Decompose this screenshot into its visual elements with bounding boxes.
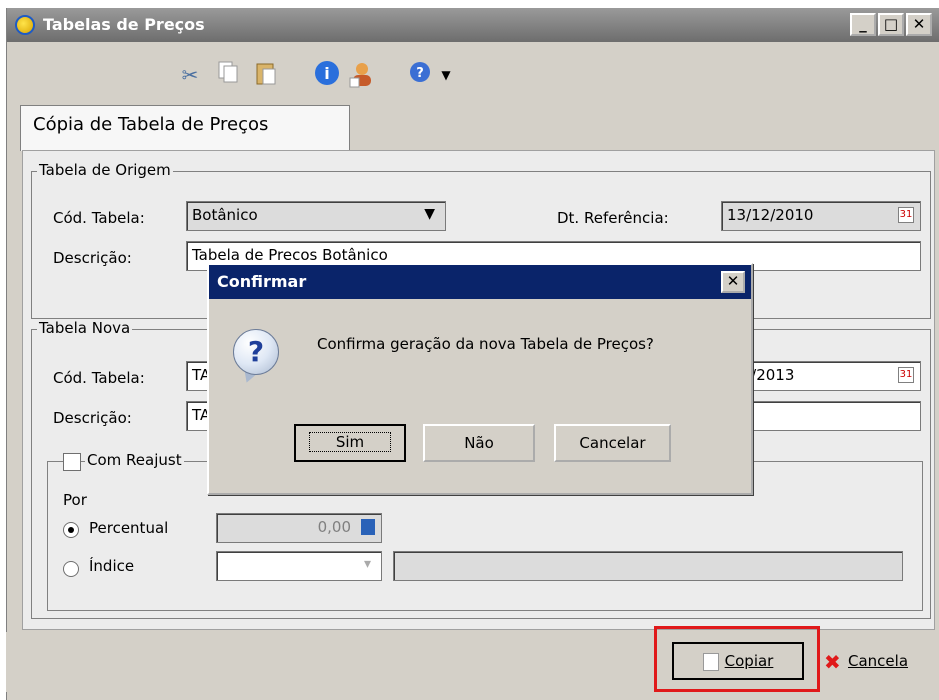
title-bar[interactable]: Tabelas de Preços _ □ ✕ bbox=[7, 8, 939, 42]
com-reajuste-checkbox[interactable] bbox=[63, 453, 81, 471]
dialog-close-button[interactable]: ✕ bbox=[721, 271, 745, 293]
tab-copia-tabela[interactable]: Cópia de Tabela de Preços bbox=[20, 105, 350, 151]
footer-bar: Copiar ✖ Cancela bbox=[6, 626, 939, 692]
chevron-down-icon[interactable]: ▼ bbox=[424, 206, 435, 222]
descricao-nova-label: Descrição: bbox=[53, 409, 132, 427]
percentual-value: 0,00 bbox=[317, 518, 351, 536]
percentual-label: Percentual bbox=[89, 519, 169, 537]
group-title-nova: Tabela Nova bbox=[37, 319, 133, 337]
dt-referencia-origem-value: 13/12/2010 bbox=[727, 206, 814, 224]
cancelar-button[interactable]: Cancelar bbox=[554, 424, 671, 462]
cod-tabela-origem-select[interactable]: Botânico ▼ bbox=[186, 201, 446, 231]
question-icon: ? bbox=[233, 329, 279, 375]
por-label: Por bbox=[63, 491, 87, 509]
indice-radio[interactable] bbox=[63, 561, 79, 577]
dialog-title-bar[interactable]: Confirmar bbox=[209, 265, 751, 299]
cod-tabela-origem-value: Botânico bbox=[192, 206, 258, 224]
svg-text:i: i bbox=[324, 64, 329, 83]
toolbar: ✂ i ? ▼ bbox=[7, 42, 939, 108]
maximize-button[interactable]: □ bbox=[878, 13, 904, 36]
com-reajuste-label: Com Reajust bbox=[85, 451, 184, 469]
copy-icon bbox=[702, 652, 719, 671]
copiar-button[interactable]: Copiar bbox=[672, 642, 804, 680]
percentual-radio[interactable] bbox=[63, 522, 79, 538]
indice-select[interactable]: ▾ bbox=[216, 551, 382, 581]
chevron-down-icon[interactable]: ▾ bbox=[364, 556, 371, 572]
scissors-icon[interactable]: ✂ bbox=[175, 60, 205, 90]
group-title-origem: Tabela de Origem bbox=[37, 161, 173, 179]
cancela-button[interactable]: Cancela bbox=[848, 652, 908, 670]
calendar-icon[interactable]: 31 bbox=[898, 207, 914, 223]
user-icon[interactable] bbox=[347, 60, 377, 90]
nao-button[interactable]: Não bbox=[423, 424, 535, 462]
dropdown-arrow-icon[interactable]: ▼ bbox=[431, 60, 461, 90]
indice-label: Índice bbox=[89, 557, 135, 575]
app-icon bbox=[15, 15, 35, 35]
dialog-title: Confirmar bbox=[217, 272, 307, 291]
dialog-message: Confirma geração da nova Tabela de Preço… bbox=[317, 335, 654, 353]
dt-referencia-origem-field[interactable]: 13/12/2010 31 bbox=[721, 201, 921, 231]
descricao-label: Descrição: bbox=[53, 249, 132, 267]
indice-description-field bbox=[393, 551, 903, 581]
svg-text:?: ? bbox=[416, 66, 424, 81]
cod-tabela-nova-label: Cód. Tabela: bbox=[53, 369, 145, 387]
calculator-icon[interactable] bbox=[361, 519, 375, 535]
sim-button[interactable]: Sim bbox=[294, 424, 406, 462]
copy-icon[interactable] bbox=[213, 60, 243, 90]
info-icon[interactable]: i bbox=[312, 60, 342, 90]
cod-tabela-label: Cód. Tabela: bbox=[53, 209, 145, 227]
paste-icon[interactable] bbox=[251, 60, 281, 90]
copiar-label: Copiar bbox=[724, 652, 774, 670]
calendar-icon[interactable]: 31 bbox=[898, 367, 914, 383]
cancel-x-icon: ✖ bbox=[824, 650, 841, 674]
close-button[interactable]: ✕ bbox=[906, 13, 932, 36]
confirm-dialog: Confirmar ✕ ? Confirma geração da nova T… bbox=[207, 263, 753, 495]
minimize-button[interactable]: _ bbox=[850, 13, 876, 36]
sim-label: Sim bbox=[308, 432, 392, 452]
window-title: Tabelas de Preços bbox=[43, 15, 205, 34]
dt-referencia-label: Dt. Referência: bbox=[557, 209, 669, 227]
percentual-field[interactable]: 0,00 bbox=[216, 513, 382, 543]
